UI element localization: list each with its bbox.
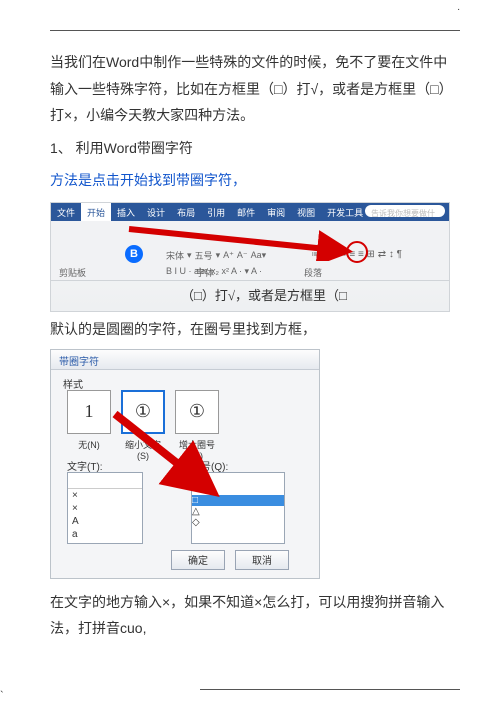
bluetooth-icon[interactable]: B <box>125 245 143 263</box>
style-shrink-caption: 缩小文字(S) <box>121 438 165 461</box>
char-listbox[interactable]: × × A a <box>67 472 143 544</box>
intro-paragraph-1: 当我们在Word中制作一些特殊的文件的时候，免不了要在文件中输入一些特殊字符，比… <box>50 49 460 129</box>
style-none[interactable]: 1 <box>67 390 111 434</box>
tab-review[interactable]: 审阅 <box>261 203 291 221</box>
char-item[interactable]: × <box>68 502 142 515</box>
font-size-controls[interactable]: 宋体▾五号▾A⁺A⁻Aa▾ <box>166 249 266 262</box>
after-screenshot2-text: 在文字的地方输入×，如果不知道×怎么打，可以用搜狗拼音输入法，打拼音cuo, <box>50 589 460 642</box>
tab-developer[interactable]: 开发工具 <box>321 203 369 221</box>
tab-insert[interactable]: 插入 <box>111 203 141 221</box>
style-enlarge[interactable]: ① <box>175 390 219 434</box>
enclosed-char-dialog: 带圈字符 样式 1 ① ① 无(N) 缩小文字(S) 增大圈号(E) 文字(T)… <box>50 349 320 579</box>
ring-top-value[interactable]: □ <box>192 473 284 484</box>
page-corner-mark: ` <box>0 690 4 702</box>
enclosed-character-highlight <box>346 241 368 263</box>
intro-paragraph-3: 方法是点击开始找到带圈字符， <box>50 167 460 194</box>
tab-layout[interactable]: 布局 <box>171 203 201 221</box>
tab-mailings[interactable]: 邮件 <box>231 203 261 221</box>
after-screenshot1-text: 默认的是圆圈的字符，在圈号里找到方框， <box>50 316 460 343</box>
char-item[interactable]: A <box>68 515 142 528</box>
cancel-button[interactable]: 取消 <box>235 550 289 570</box>
tab-file[interactable]: 文件 <box>51 203 81 221</box>
ring-field-label: 圈号(Q): <box>191 458 228 473</box>
ribbon-tabbar: 文件 开始 插入 设计 布局 引用 邮件 审阅 视图 开发工具 帮助 告诉我你想… <box>51 203 449 221</box>
tab-view[interactable]: 视图 <box>291 203 321 221</box>
ring-item-selected[interactable]: □ <box>192 495 284 506</box>
ribbon-area: B 宋体▾五号▾A⁺A⁻Aa▾ ≔ ≔ ≔ ≡ ≡ ⊞ ⇄ ↕ ¶ B I U … <box>51 221 449 281</box>
group-paragraph: 段落 <box>304 266 322 279</box>
char-field-label: 文字(T): <box>67 458 103 473</box>
ring-listbox[interactable]: □ ○ □ △ ◇ <box>191 472 285 544</box>
tell-me-search[interactable]: 告诉我你想要做什么 <box>365 205 445 217</box>
intro-paragraph-2: 1、 利用Word带圈字符 <box>50 135 460 162</box>
tab-home[interactable]: 开始 <box>81 203 111 221</box>
style-section-label: 样式 <box>63 376 83 391</box>
style-shrink[interactable]: ① <box>121 390 165 434</box>
group-clipboard: 剪贴板 <box>59 266 86 279</box>
ok-button[interactable]: 确定 <box>171 550 225 570</box>
ring-item[interactable]: △ <box>192 506 284 517</box>
word-ribbon-screenshot: 文件 开始 插入 设计 布局 引用 邮件 审阅 视图 开发工具 帮助 告诉我你想… <box>50 202 450 312</box>
char-item[interactable]: a <box>68 528 142 541</box>
document-preview-text: （□）打√，或者是方框里（□ <box>181 285 347 304</box>
dialog-title: 带圈字符 <box>51 350 319 370</box>
group-font: 字体 <box>196 266 214 279</box>
char-item[interactable]: × <box>68 489 142 502</box>
tab-design[interactable]: 设计 <box>141 203 171 221</box>
ring-item[interactable]: ○ <box>192 484 284 495</box>
tab-references[interactable]: 引用 <box>201 203 231 221</box>
ring-item[interactable]: ◇ <box>192 517 284 528</box>
